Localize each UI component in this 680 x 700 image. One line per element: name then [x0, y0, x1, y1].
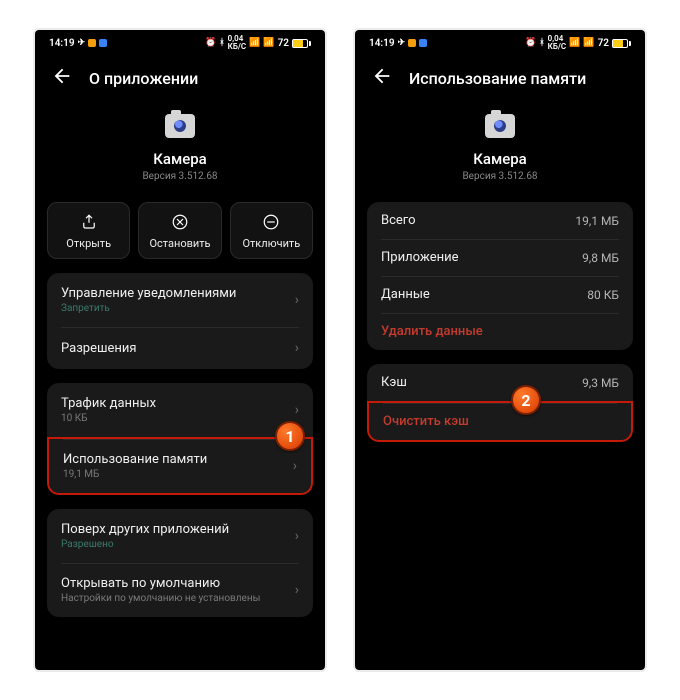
bluetooth-icon: ᚼ: [539, 38, 544, 48]
card-data: Трафик данных10 КБ › 1 Использование пам…: [47, 383, 313, 495]
signal-icon: 📶: [569, 38, 580, 48]
send-icon: ✈: [398, 38, 406, 48]
row-permissions[interactable]: Разрешения ›: [47, 327, 313, 369]
stop-button[interactable]: Остановить: [138, 202, 221, 259]
row-memory-highlight[interactable]: 1 Использование памяти19,1 МБ ›: [47, 437, 313, 495]
share-icon: [80, 213, 98, 231]
alarm-icon: ⏰: [525, 38, 536, 48]
row-delete-data[interactable]: Удалить данные: [367, 313, 633, 350]
status-time: 14:19: [49, 38, 75, 49]
callout-badge-2: 2: [511, 385, 541, 415]
page-title: О приложении: [89, 69, 198, 88]
chevron-right-icon: ›: [295, 402, 299, 418]
header: Использование памяти: [355, 56, 645, 100]
card-storage: Всего 19,1 МБ Приложение 9,8 МБ Данные 8…: [367, 202, 633, 350]
signal-icon-2: 📶: [583, 38, 594, 48]
chevron-right-icon: ›: [295, 292, 299, 308]
battery-icon: [612, 39, 631, 48]
camera-icon: [165, 114, 195, 138]
row-overlay[interactable]: Поверх других приложенийРазрешено ›: [47, 509, 313, 563]
app-name: Камера: [153, 150, 207, 168]
bluetooth-icon: ᚼ: [219, 38, 224, 48]
open-label: Открыть: [66, 237, 111, 250]
callout-badge-1: 1: [275, 421, 305, 451]
phone-right: 14:19 ✈ ⏰ ᚼ 0,04КБ/С 📶 📶 72 Использовани…: [355, 30, 645, 670]
content: Камера Версия 3.512.68 Открыть Остановит…: [35, 100, 325, 670]
back-button[interactable]: [51, 65, 73, 91]
battery-pct: 72: [598, 38, 609, 49]
row-data: Данные 80 КБ: [367, 276, 633, 313]
app-version: Версия 3.512.68: [142, 171, 217, 182]
disable-label: Отключить: [242, 237, 300, 250]
battery-icon: [292, 39, 311, 48]
page-title: Использование памяти: [409, 69, 586, 88]
row-app-size: Приложение 9,8 МБ: [367, 239, 633, 276]
app-hero: Камера Версия 3.512.68: [367, 100, 633, 202]
battery-pct: 72: [278, 38, 289, 49]
status-dot-amber: [408, 39, 416, 47]
chevron-right-icon: ›: [295, 528, 299, 544]
content: Камера Версия 3.512.68 Всего 19,1 МБ При…: [355, 100, 645, 670]
row-clear-cache-highlight[interactable]: 2 Очистить кэш: [367, 401, 633, 442]
alarm-icon: ⏰: [205, 38, 216, 48]
row-notifications[interactable]: Управление уведомлениямиЗапретить ›: [47, 273, 313, 327]
open-button[interactable]: Открыть: [47, 202, 130, 259]
status-time: 14:19: [369, 38, 395, 49]
app-hero: Камера Версия 3.512.68: [47, 100, 313, 202]
net-speed: 0,04КБ/С: [228, 35, 246, 51]
card-cache: Кэш 9,3 МБ 2 Очистить кэш: [367, 364, 633, 442]
row-default[interactable]: Открывать по умолчаниюНастройки по умолч…: [47, 563, 313, 617]
disable-button[interactable]: Отключить: [230, 202, 313, 259]
chevron-right-icon: ›: [295, 340, 299, 356]
camera-icon: [485, 114, 515, 138]
status-dot-blue: [419, 39, 427, 47]
stop-label: Остановить: [149, 237, 210, 250]
status-dot-blue: [99, 39, 107, 47]
status-right: ⏰ ᚼ 0,04КБ/С 📶 📶 72: [205, 35, 311, 51]
app-name: Камера: [473, 150, 527, 168]
phone-left: 14:19 ✈ ⏰ ᚼ 0,04КБ/С 📶 📶 72 О приложении…: [35, 30, 325, 670]
back-button[interactable]: [371, 65, 393, 91]
disable-icon: [262, 213, 280, 231]
stop-icon: [171, 213, 189, 231]
card-misc: Поверх других приложенийРазрешено › Откр…: [47, 509, 313, 617]
app-version: Версия 3.512.68: [462, 171, 537, 182]
status-right: ⏰ ᚼ 0,04КБ/С 📶 📶 72: [525, 35, 631, 51]
status-left: 14:19 ✈: [49, 38, 107, 49]
action-row: Открыть Остановить Отключить: [47, 202, 313, 259]
status-bar: 14:19 ✈ ⏰ ᚼ 0,04КБ/С 📶 📶 72: [355, 30, 645, 56]
chevron-right-icon: ›: [295, 582, 299, 598]
header: О приложении: [35, 56, 325, 100]
status-dot-amber: [88, 39, 96, 47]
chevron-right-icon: ›: [293, 458, 297, 474]
status-bar: 14:19 ✈ ⏰ ᚼ 0,04КБ/С 📶 📶 72: [35, 30, 325, 56]
row-traffic[interactable]: Трафик данных10 КБ ›: [47, 383, 313, 437]
net-speed: 0,04КБ/С: [548, 35, 566, 51]
send-icon: ✈: [78, 38, 86, 48]
signal-icon: 📶: [249, 38, 260, 48]
row-cache: Кэш 9,3 МБ: [367, 364, 633, 401]
status-left: 14:19 ✈: [369, 38, 427, 49]
card-notifications: Управление уведомлениямиЗапретить › Разр…: [47, 273, 313, 369]
row-total: Всего 19,1 МБ: [367, 202, 633, 239]
signal-icon-2: 📶: [263, 38, 274, 48]
